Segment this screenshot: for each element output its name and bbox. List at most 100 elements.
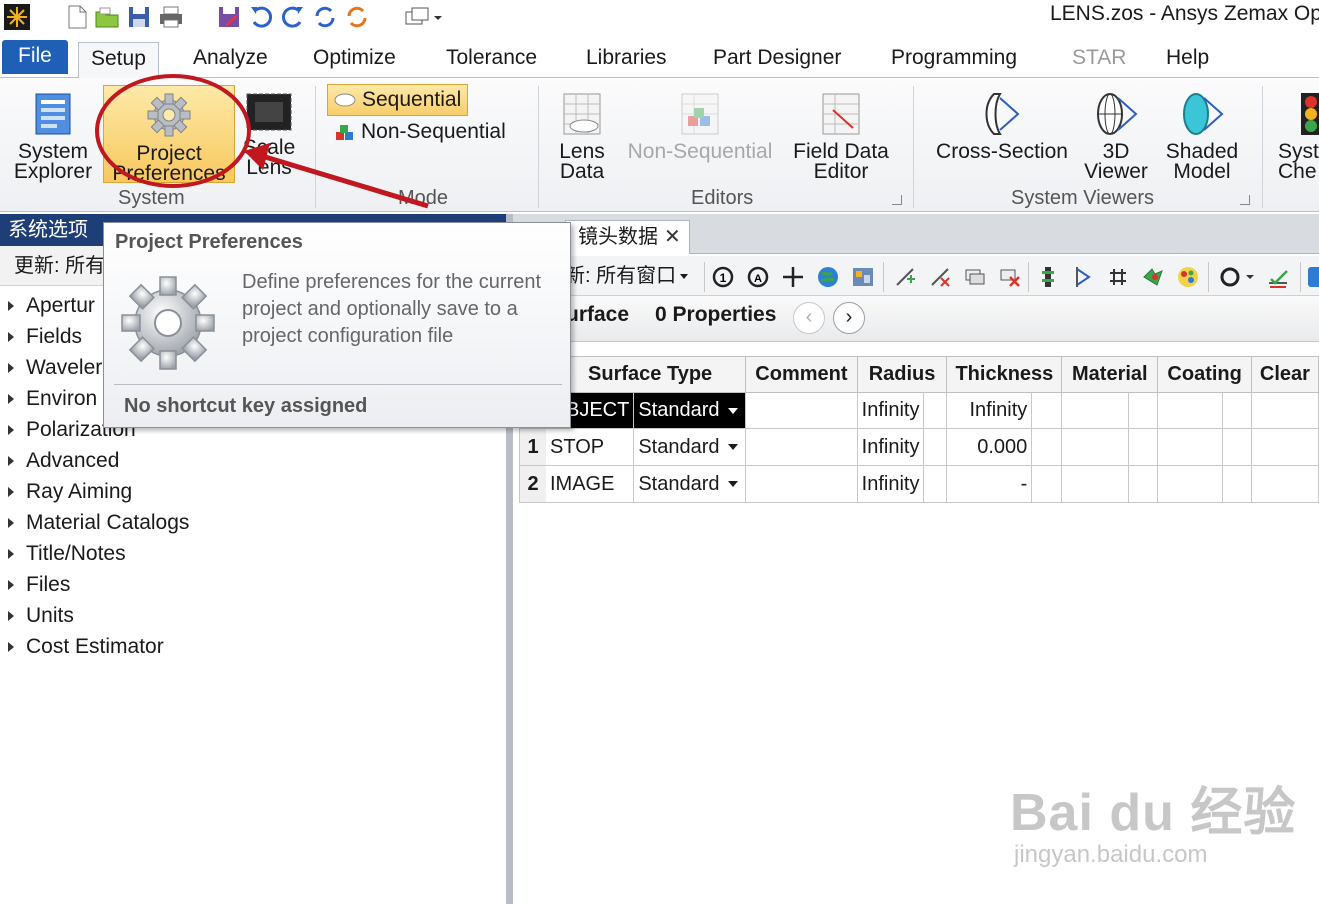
more-tools-icon[interactable] <box>1306 265 1319 289</box>
clear-semi-dia-cell[interactable] <box>1250 428 1319 466</box>
save-as-icon[interactable] <box>216 4 242 30</box>
thickness-solve-cell[interactable] <box>1031 392 1063 429</box>
tree-item-files[interactable]: Files <box>0 569 506 600</box>
coating-solve-cell[interactable] <box>1221 428 1252 466</box>
tree-item-material-catalogs[interactable]: Material Catalogs <box>0 507 506 538</box>
column-header-radius[interactable]: Radius <box>856 356 948 393</box>
new-file-icon[interactable] <box>64 4 90 30</box>
make-focal-icon[interactable] <box>1141 265 1165 289</box>
insert-surface-icon[interactable] <box>893 265 917 289</box>
system-viewers-dialog-launcher-icon[interactable] <box>1240 195 1250 205</box>
non-sequential-mode-button[interactable]: Non-Sequential <box>327 117 512 149</box>
chevron-down-icon[interactable] <box>727 444 738 451</box>
print-icon[interactable] <box>158 4 184 30</box>
undo-icon[interactable] <box>248 4 274 30</box>
tab-lens-data[interactable]: 镜头数据 ✕ <box>565 220 690 254</box>
expand-arrow-icon[interactable] <box>8 518 14 528</box>
expand-arrow-icon[interactable] <box>8 549 14 559</box>
thickness-cell[interactable]: Infinity <box>946 392 1033 429</box>
material-solve-cell[interactable] <box>1128 428 1159 466</box>
surface-type-cell[interactable]: Standard <box>633 465 747 503</box>
thickness-cell[interactable]: - <box>946 465 1033 503</box>
column-header-coating[interactable]: Coating <box>1157 356 1252 393</box>
aperture-dropdown-icon[interactable] <box>1218 265 1254 289</box>
surface-type-cell[interactable]: Standard <box>633 428 747 466</box>
thickness-cell[interactable]: 0.000 <box>946 428 1033 466</box>
column-header-thickness[interactable]: Thickness <box>946 356 1063 393</box>
expand-arrow-icon[interactable] <box>8 580 14 590</box>
open-file-icon[interactable] <box>94 4 120 30</box>
tree-item-ray-aiming[interactable]: Ray Aiming <box>0 476 506 507</box>
material-cell[interactable] <box>1061 465 1130 503</box>
tree-item-units[interactable]: Units <box>0 600 506 631</box>
surface-name-cell[interactable]: STOP <box>546 436 604 458</box>
radius-solve-cell[interactable] <box>923 465 948 503</box>
color-sphere-icon[interactable] <box>1176 265 1200 289</box>
scale-lens-button[interactable]: Scale Lens <box>238 92 300 178</box>
editor-update-dropdown[interactable]: 新: 所有窗口 <box>565 262 689 290</box>
comment-cell[interactable] <box>745 428 858 466</box>
edit-check-icon[interactable] <box>1266 265 1290 289</box>
thickness-solve-cell[interactable] <box>1031 465 1063 503</box>
expand-arrow-icon[interactable] <box>8 425 14 435</box>
radius-cell[interactable]: Infinity <box>856 392 925 429</box>
radius-solve-cell[interactable] <box>923 392 948 429</box>
comment-cell[interactable] <box>745 465 858 503</box>
expand-arrow-icon[interactable] <box>8 456 14 466</box>
chevron-left-icon[interactable]: ‹ <box>793 302 825 334</box>
tab-optimize[interactable]: Optimize <box>313 42 396 78</box>
coating-cell[interactable] <box>1157 428 1223 466</box>
chevron-right-icon[interactable]: › <box>833 302 865 334</box>
editors-dialog-launcher-icon[interactable] <box>892 195 902 205</box>
expand-arrow-icon[interactable] <box>8 642 14 652</box>
table-row[interactable]: 2 IMAGE Standard Infinity - <box>518 465 1319 503</box>
chevron-down-icon[interactable] <box>727 481 738 488</box>
tree-item-advanced[interactable]: Advanced <box>0 445 506 476</box>
chevron-down-icon[interactable] <box>727 407 738 414</box>
thickness-solve-cell[interactable] <box>1031 428 1063 466</box>
column-header-material[interactable]: Material <box>1061 356 1159 393</box>
copy-surfaces-icon[interactable] <box>963 265 987 289</box>
non-sequential-editor-button[interactable]: Non-Sequential <box>620 92 780 162</box>
field-data-editor-button[interactable]: Field Data Editor <box>788 92 894 182</box>
system-explorer-button[interactable]: System Explorer <box>6 92 100 182</box>
radius-cell[interactable]: Infinity <box>856 428 925 466</box>
expand-arrow-icon[interactable] <box>8 301 14 311</box>
tab-help[interactable]: Help <box>1166 42 1209 78</box>
paste-surfaces-icon[interactable] <box>998 265 1022 289</box>
update-all-icon[interactable] <box>344 4 370 30</box>
surface-properties-toggle[interactable]: 0 Properties <box>655 303 776 327</box>
table-row[interactable]: BJECT Standard Infinity Infinity <box>518 392 1319 429</box>
radius-solve-cell[interactable] <box>923 428 948 466</box>
tab-libraries[interactable]: Libraries <box>586 42 667 78</box>
coating-cell[interactable] <box>1157 392 1223 429</box>
system-check-button[interactable]: Syst Che <box>1278 92 1319 182</box>
crosshair-icon[interactable] <box>781 265 805 289</box>
tab-star[interactable]: STAR <box>1072 42 1126 78</box>
close-icon[interactable]: ✕ <box>664 226 681 248</box>
shaded-model-button[interactable]: Shaded Model <box>1160 92 1244 182</box>
tab-analyze[interactable]: Analyze <box>193 42 268 78</box>
cross-section-button[interactable]: Cross-Section <box>928 92 1076 162</box>
tree-item-title-notes[interactable]: Title/Notes <box>0 538 506 569</box>
tab-part-designer[interactable]: Part Designer <box>713 42 841 78</box>
column-header-comment[interactable]: Comment <box>745 356 858 393</box>
lens-data-button[interactable]: Lens Data <box>552 92 612 182</box>
project-preferences-content[interactable]: Project Preferences <box>103 92 235 184</box>
comment-cell[interactable] <box>745 392 858 429</box>
zemax-logo-icon[interactable] <box>4 4 30 30</box>
redo-icon[interactable] <box>280 4 306 30</box>
globe-icon[interactable] <box>816 265 840 289</box>
tab-tolerance[interactable]: Tolerance <box>446 42 537 78</box>
coating-solve-cell[interactable] <box>1221 465 1252 503</box>
tab-setup[interactable]: Setup <box>78 42 159 79</box>
material-solve-cell[interactable] <box>1128 392 1159 429</box>
column-header-clear-semi-dia[interactable]: Clear <box>1250 356 1319 393</box>
material-solve-cell[interactable] <box>1128 465 1159 503</box>
tab-programming[interactable]: Programming <box>891 42 1017 78</box>
map-icon[interactable] <box>851 265 875 289</box>
ray-trace-icon[interactable] <box>1071 265 1095 289</box>
lens-tool-icon[interactable] <box>1036 265 1060 289</box>
refresh-icon[interactable] <box>312 4 338 30</box>
3d-viewer-button[interactable]: 3D Viewer <box>1080 92 1152 182</box>
